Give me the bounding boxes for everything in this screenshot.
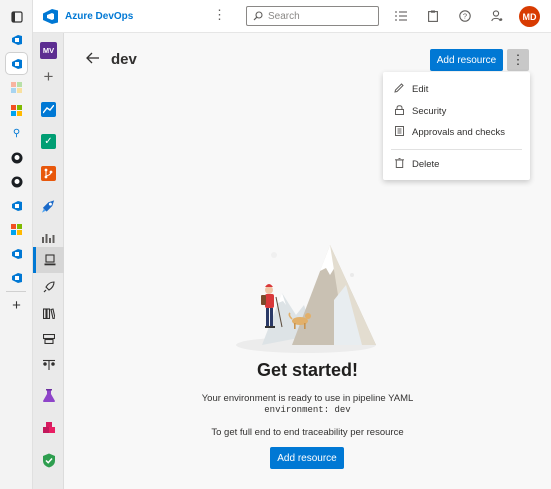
add-resource-button-secondary[interactable]: Add resource (270, 447, 344, 469)
nav-test-plans[interactable] (33, 383, 64, 409)
lock-icon (393, 105, 405, 118)
main-content: dev Add resource ⋮ Edit Security Approva… (64, 33, 551, 489)
new-project-plus-icon[interactable]: + (33, 64, 64, 90)
tab-actions-icon[interactable] (6, 6, 27, 27)
library-icon (42, 307, 55, 319)
nav-security[interactable] (33, 447, 64, 473)
project-avatar[interactable]: MV (33, 37, 64, 63)
nav-overview[interactable] (33, 96, 64, 122)
add-resource-button[interactable]: Add resource (430, 49, 503, 71)
repos-icon (41, 165, 56, 181)
azure-devops-tab-icon-4[interactable] (6, 267, 27, 288)
menu-divider (391, 148, 522, 150)
menu-item-label: Approvals and checks (412, 127, 505, 139)
test-plans-icon (42, 389, 55, 402)
pipelines-runs-icon (42, 233, 55, 243)
nav-task-groups[interactable] (33, 326, 64, 352)
nav-repos[interactable] (33, 160, 64, 186)
getting-started-illustration (236, 245, 376, 353)
search-placeholder: Search (268, 10, 300, 22)
new-tab-plus-icon[interactable]: + (6, 295, 27, 316)
github-icon-2[interactable] (6, 171, 27, 192)
nav-environments[interactable] (33, 247, 64, 273)
nav-boards[interactable]: ✓ (33, 128, 64, 154)
pencil-icon (393, 83, 405, 96)
task-list-icon[interactable] (394, 9, 408, 23)
microsoft-logo-icon[interactable] (6, 100, 27, 121)
top-header: Azure DevOps ⋮ Search ? MD (33, 0, 551, 33)
menu-item-edit[interactable]: Edit (383, 79, 530, 101)
nav-artifacts[interactable] (33, 415, 64, 441)
azure-devops-logo-icon[interactable] (42, 8, 59, 25)
menu-item-label: Security (412, 105, 447, 117)
project-nav: MV + ✓ (33, 33, 64, 489)
microsoft-logo-icon-2[interactable] (6, 219, 27, 240)
checklist-icon (393, 126, 405, 139)
artifacts-icon (42, 422, 55, 433)
nav-library[interactable] (33, 300, 64, 326)
nav-pipelines[interactable] (33, 193, 64, 219)
task-groups-icon (42, 334, 55, 344)
azure-devops-tab-icon-3[interactable] (6, 243, 27, 264)
more-actions-button[interactable]: ⋮ (507, 49, 529, 71)
page-title: dev (111, 51, 137, 68)
rail-divider (6, 291, 26, 292)
more-vertical-icon: ⋮ (511, 52, 525, 67)
empty-state-line1: Your environment is ready to use in pipe… (201, 393, 414, 404)
menu-item-label: Delete (412, 158, 440, 170)
clipboard-icon[interactable] (426, 9, 440, 23)
rocket-icon (43, 281, 55, 293)
azure-devops-tab-icon-2[interactable] (6, 195, 27, 216)
menu-item-approvals[interactable]: Approvals and checks (383, 122, 530, 144)
trash-icon (393, 157, 405, 171)
pipelines-icon (41, 199, 56, 214)
more-actions-menu: Edit Security Approvals and checks Delet… (383, 72, 530, 180)
github-icon[interactable] (6, 147, 27, 168)
overview-icon (41, 101, 56, 117)
empty-state-title: Get started! (256, 360, 359, 380)
shield-check-icon (42, 453, 55, 467)
azure-devops-tab-active-icon[interactable] (6, 53, 27, 74)
nav-deployment-groups[interactable] (33, 352, 64, 378)
nav-releases[interactable] (33, 274, 64, 300)
microsoft-apps-icon[interactable] (6, 77, 27, 98)
yaml-snippet: environment: dev (264, 405, 351, 415)
menu-item-label: Edit (412, 84, 429, 96)
app-title[interactable]: Azure DevOps (65, 11, 133, 22)
search-box[interactable]: Search (246, 6, 379, 26)
menu-item-delete[interactable]: Delete (383, 154, 530, 176)
environments-icon (44, 254, 56, 266)
search-icon (253, 11, 263, 21)
more-vertical-icon[interactable]: ⋮ (213, 8, 226, 22)
empty-state-line2: To get full end to end traceability per … (211, 427, 404, 438)
browser-sidebar: ⚲ + (0, 0, 33, 489)
user-settings-icon[interactable] (490, 9, 504, 23)
deployment-groups-icon (42, 359, 55, 370)
azure-devops-tab-icon[interactable] (6, 29, 27, 50)
help-icon[interactable]: ? (458, 9, 472, 23)
boards-icon: ✓ (41, 133, 56, 149)
back-arrow-icon[interactable] (86, 51, 100, 68)
svg-text:?: ? (463, 12, 467, 21)
user-avatar[interactable]: MD (519, 6, 540, 27)
menu-item-security[interactable]: Security (383, 101, 530, 123)
search-tab-icon[interactable]: ⚲ (6, 123, 27, 144)
project-initials: MV (40, 41, 57, 59)
